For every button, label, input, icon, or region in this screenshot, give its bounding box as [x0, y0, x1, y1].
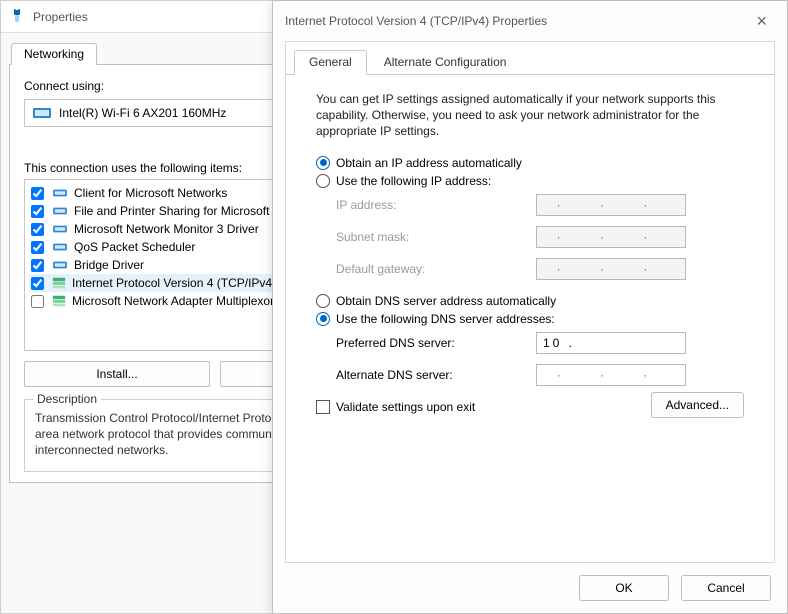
default-gateway-input: · · ·: [536, 258, 686, 280]
item-checkbox[interactable]: [31, 277, 44, 290]
close-icon[interactable]: ×: [748, 9, 775, 34]
checkbox-icon: [316, 400, 330, 414]
alternate-dns-label: Alternate DNS server:: [336, 368, 536, 382]
ipv4-info-text: You can get IP settings assigned automat…: [316, 91, 744, 140]
cancel-button[interactable]: Cancel: [681, 575, 771, 601]
radio-icon: [316, 174, 330, 188]
network-plug-icon: [9, 9, 25, 25]
item-label: Internet Protocol Version 4 (TCP/IPv4): [72, 276, 276, 290]
protocol-stack-icon: [52, 276, 66, 290]
item-label: Bridge Driver: [74, 258, 144, 272]
alternate-dns-input[interactable]: · · ·: [536, 364, 686, 386]
radio-icon: [316, 156, 330, 170]
radio-icon: [316, 312, 330, 326]
adapter-title: Properties: [33, 10, 88, 24]
radio-ip-auto[interactable]: Obtain an IP address automatically: [316, 156, 744, 170]
item-label: Client for Microsoft Networks: [74, 186, 227, 200]
adapter-icon: [52, 241, 68, 253]
ipv4-properties-dialog: Internet Protocol Version 4 (TCP/IPv4) P…: [272, 0, 788, 614]
tab-alternate-configuration[interactable]: Alternate Configuration: [369, 50, 522, 74]
description-legend: Description: [33, 392, 101, 406]
preferred-dns-label: Preferred DNS server:: [336, 336, 536, 350]
item-label: Microsoft Network Monitor 3 Driver: [74, 222, 259, 236]
ip-address-label: IP address:: [336, 198, 536, 212]
item-label: QoS Packet Scheduler: [74, 240, 195, 254]
ok-button[interactable]: OK: [579, 575, 669, 601]
ip-address-input: · · ·: [536, 194, 686, 216]
adapter-icon: [52, 187, 68, 199]
subnet-mask-input: · · ·: [536, 226, 686, 248]
protocol-stack-icon: [52, 294, 66, 308]
item-checkbox[interactable]: [31, 205, 44, 218]
default-gateway-label: Default gateway:: [336, 262, 536, 276]
advanced-button[interactable]: Advanced...: [651, 392, 744, 418]
radio-dns-manual[interactable]: Use the following DNS server addresses:: [316, 312, 744, 326]
ipv4-tabs: General Alternate Configuration: [286, 42, 774, 75]
nic-icon: [33, 106, 51, 120]
preferred-dns-input[interactable]: 10 .: [536, 332, 686, 354]
item-checkbox[interactable]: [31, 295, 44, 308]
adapter-name: Intel(R) Wi-Fi 6 AX201 160MHz: [59, 106, 226, 120]
radio-icon: [316, 294, 330, 308]
adapter-icon: [52, 223, 68, 235]
adapter-icon: [52, 205, 68, 217]
item-checkbox[interactable]: [31, 259, 44, 272]
item-checkbox[interactable]: [31, 187, 44, 200]
ipv4-title: Internet Protocol Version 4 (TCP/IPv4) P…: [285, 14, 547, 28]
subnet-mask-label: Subnet mask:: [336, 230, 536, 244]
item-checkbox[interactable]: [31, 223, 44, 236]
adapter-icon: [52, 259, 68, 271]
radio-dns-auto[interactable]: Obtain DNS server address automatically: [316, 294, 744, 308]
tab-networking[interactable]: Networking: [11, 43, 97, 65]
tab-general[interactable]: General: [294, 50, 367, 75]
radio-ip-manual[interactable]: Use the following IP address:: [316, 174, 744, 188]
install-button[interactable]: Install...: [24, 361, 210, 387]
item-checkbox[interactable]: [31, 241, 44, 254]
